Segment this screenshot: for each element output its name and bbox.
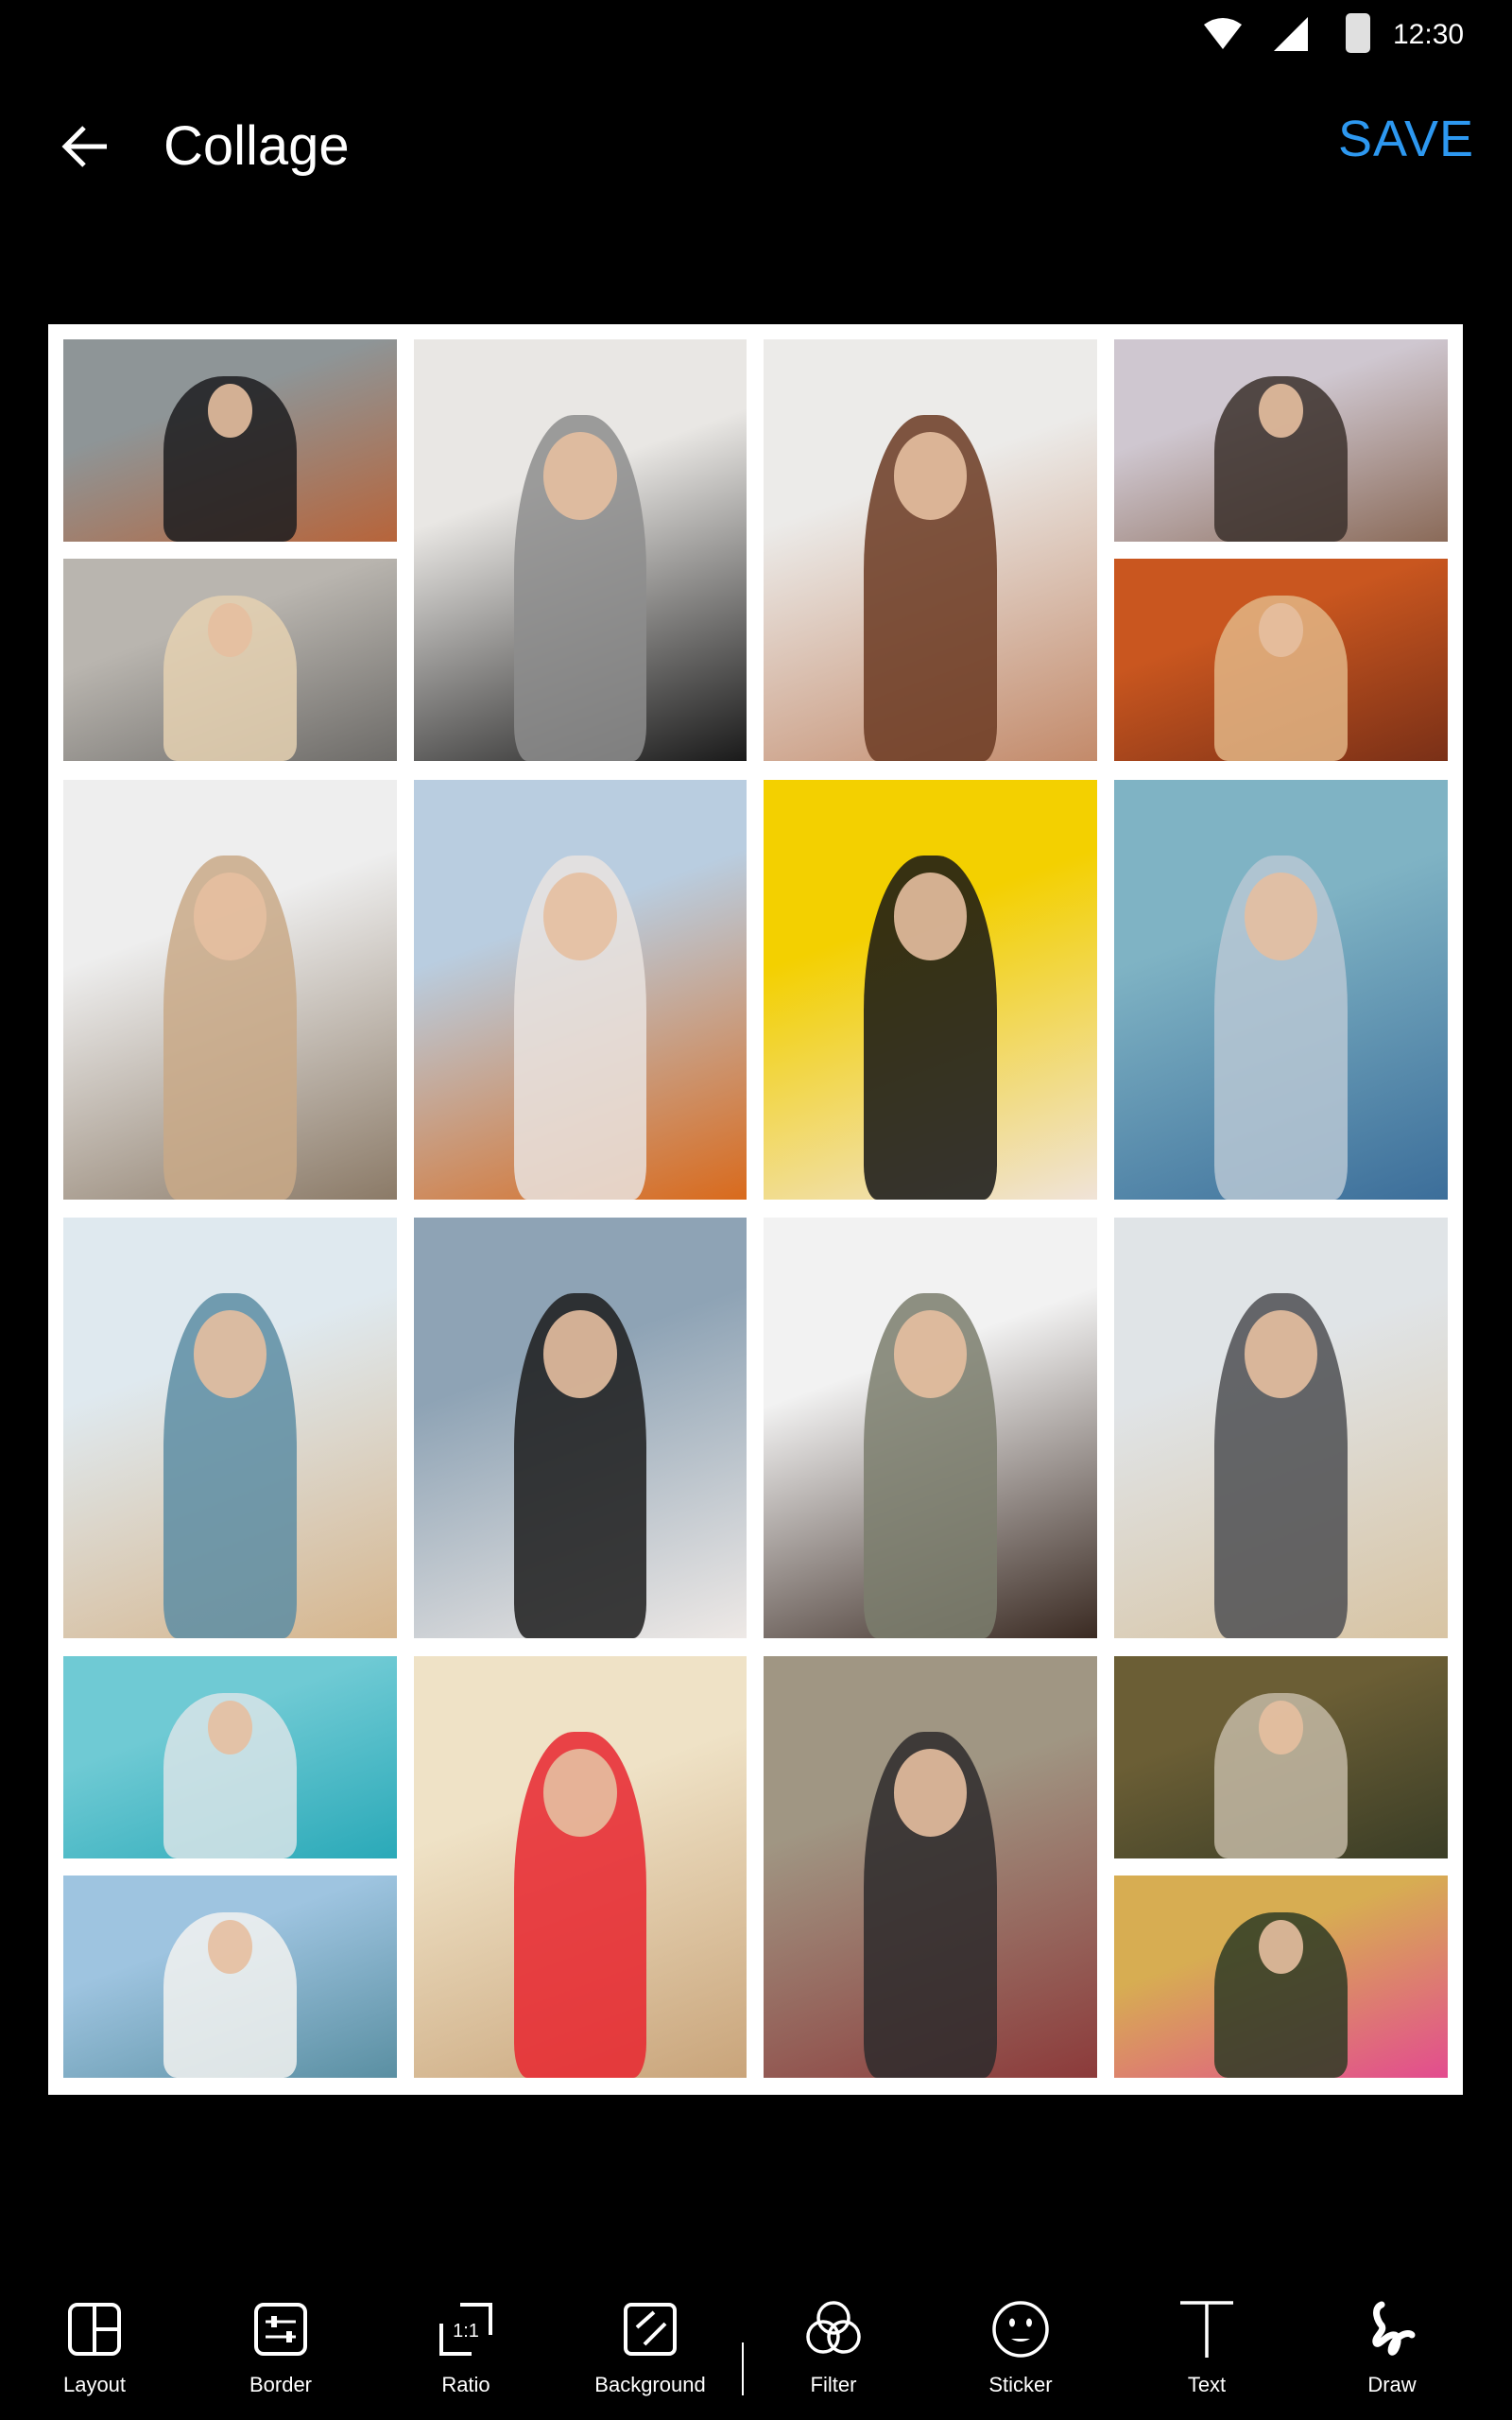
tool-filter[interactable]: Filter xyxy=(744,2299,923,2412)
collage-photo-3[interactable] xyxy=(764,339,1097,761)
photo-face xyxy=(193,872,267,960)
photo-face xyxy=(893,872,968,960)
page-title: Collage xyxy=(163,115,350,177)
photo-face xyxy=(543,432,617,521)
text-icon xyxy=(1180,2301,1233,2358)
collage-photo-16[interactable] xyxy=(63,1876,397,2078)
tool-sticker[interactable]: Sticker xyxy=(931,2299,1110,2412)
photo-face xyxy=(543,1749,617,1838)
collage-photo-20[interactable] xyxy=(1114,1876,1448,2078)
wifi-icon xyxy=(1204,18,1242,49)
collage-photo-5[interactable] xyxy=(63,559,397,761)
collage-photo-9[interactable] xyxy=(764,780,1097,1200)
save-button[interactable]: SAVE xyxy=(1338,106,1474,172)
tool-ratio[interactable]: 1:1 Ratio xyxy=(376,2299,556,2412)
ratio-icon: 1:1 xyxy=(439,2303,492,2356)
border-sliders-icon xyxy=(254,2303,307,2356)
collage-photo-19[interactable] xyxy=(1114,1656,1448,1858)
tool-label: Sticker xyxy=(988,2373,1053,2396)
photo-face xyxy=(893,1749,968,1838)
sticker-smiley-icon xyxy=(992,2301,1049,2358)
collage-photo-6[interactable] xyxy=(1114,559,1448,761)
photo-face xyxy=(1244,872,1318,960)
collage-photo-12[interactable] xyxy=(414,1218,747,1638)
collage-photo-17[interactable] xyxy=(414,1656,747,2078)
tool-label: Draw xyxy=(1367,2373,1417,2396)
tool-label: Filter xyxy=(810,2373,857,2396)
background-icon xyxy=(624,2303,677,2356)
collage-photo-7[interactable] xyxy=(63,780,397,1200)
arrow-left-icon xyxy=(61,126,107,167)
collage-photo-10[interactable] xyxy=(1114,780,1448,1200)
photo-face xyxy=(207,1701,253,1754)
app-bar: Collage SAVE xyxy=(0,85,1512,208)
back-button[interactable] xyxy=(49,113,121,180)
collage-photo-11[interactable] xyxy=(63,1218,397,1638)
collage-photo-18[interactable] xyxy=(764,1656,1097,2078)
status-time: 12:30 xyxy=(1393,19,1465,50)
collage-photo-2[interactable] xyxy=(414,339,747,761)
tool-label: Background xyxy=(594,2373,706,2396)
tool-background[interactable]: Background xyxy=(560,2299,740,2412)
status-bar: 12:30 xyxy=(0,0,1512,68)
photo-face xyxy=(1258,384,1304,438)
photo-face xyxy=(543,1309,617,1398)
bottom-toolbar: Layout Border 1:1 Ratio Background Filte… xyxy=(0,2269,1512,2420)
collage-photo-13[interactable] xyxy=(764,1218,1097,1638)
tool-draw[interactable]: Draw xyxy=(1302,2299,1482,2412)
photo-face xyxy=(1258,603,1304,657)
ratio-icon-text: 1:1 xyxy=(453,2321,479,2342)
photo-face xyxy=(893,1309,968,1399)
filter-icon xyxy=(806,2301,861,2354)
collage-canvas xyxy=(48,324,1463,2095)
collage-photo-4[interactable] xyxy=(1114,339,1448,542)
draw-icon xyxy=(1372,2301,1416,2356)
photo-face xyxy=(893,432,968,521)
photo-face xyxy=(1258,1920,1304,1974)
tool-border[interactable]: Border xyxy=(191,2299,370,2412)
tool-layout[interactable]: Layout xyxy=(5,2299,184,2412)
tool-label: Text xyxy=(1187,2373,1227,2396)
tool-label: Layout xyxy=(62,2373,127,2396)
photo-face xyxy=(193,1309,267,1399)
photo-face xyxy=(207,603,253,657)
photo-face xyxy=(1244,1309,1318,1399)
tool-label: Border xyxy=(249,2373,313,2396)
tool-label: Ratio xyxy=(441,2373,490,2396)
photo-face xyxy=(1258,1701,1304,1754)
photo-face xyxy=(207,384,253,438)
cellular-signal-icon xyxy=(1274,17,1308,51)
battery-icon xyxy=(1346,13,1370,53)
collage-photo-14[interactable] xyxy=(1114,1218,1448,1638)
photo-face xyxy=(543,872,617,960)
tool-text[interactable]: Text xyxy=(1117,2299,1297,2412)
photo-face xyxy=(207,1920,253,1974)
collage-photo-15[interactable] xyxy=(63,1656,397,1858)
collage-photo-8[interactable] xyxy=(414,780,747,1200)
layout-icon xyxy=(68,2303,121,2356)
collage-photo-1[interactable] xyxy=(63,339,397,542)
